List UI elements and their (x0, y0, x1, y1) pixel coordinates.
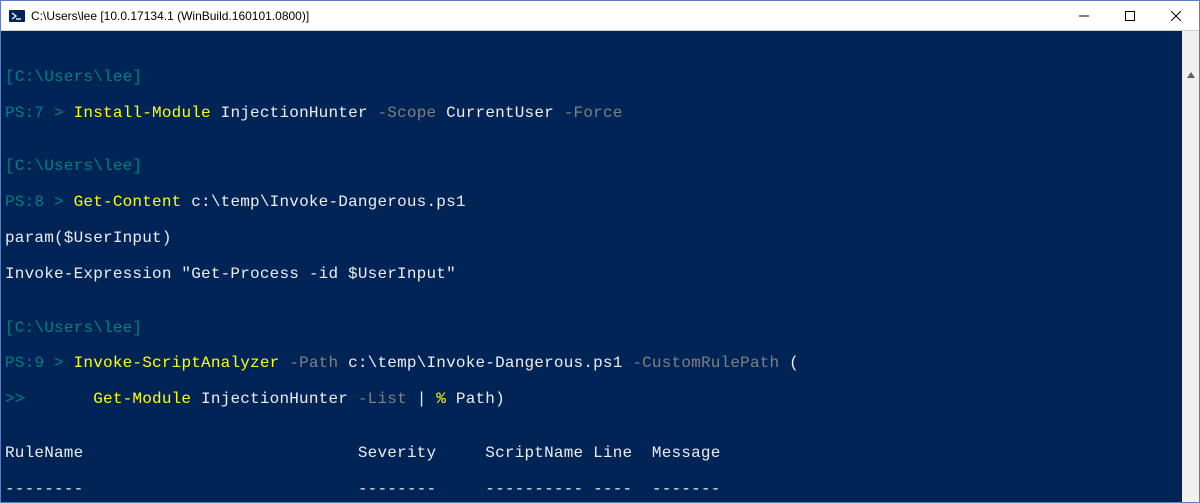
terminal-line: >> Get-Module InjectionHunter -List | % … (5, 391, 1199, 409)
param-name: -Scope (377, 104, 446, 122)
arg: Path) (456, 390, 505, 408)
close-button[interactable] (1153, 1, 1199, 30)
scroll-up-icon[interactable] (1182, 67, 1199, 84)
minimize-button[interactable] (1061, 1, 1107, 30)
cmdlet-name: Invoke-ScriptAnalyzer (74, 354, 290, 372)
terminal-line: [C:\Users\lee] (5, 69, 1199, 87)
titlebar[interactable]: C:\Users\lee [10.0.17134.1 (WinBuild.160… (1, 1, 1199, 31)
window: C:\Users\lee [10.0.17134.1 (WinBuild.160… (0, 0, 1200, 503)
prompt-label: PS:9 > (5, 354, 74, 372)
header-text: RuleName Severity ScriptName Line Messag… (5, 444, 721, 462)
maximize-button[interactable] (1107, 1, 1153, 30)
output-text: Invoke-Expression "Get-Process -id $User… (5, 265, 456, 283)
terminal-line: PS:7 > Install-Module InjectionHunter -S… (5, 105, 1199, 123)
cwd-label: [C:\Users\lee] (5, 157, 142, 175)
prompt-label: PS:8 > (5, 193, 74, 211)
terminal-line: [C:\Users\lee] (5, 158, 1199, 176)
cmdlet-name: Get-Module (93, 390, 201, 408)
pipe: | (417, 390, 437, 408)
table-divider: -------- -------- ---------- ---- ------… (5, 481, 1199, 499)
param-name: -Path (289, 354, 348, 372)
terminal[interactable]: [C:\Users\lee] PS:7 > Install-Module Inj… (1, 31, 1199, 502)
arg: CurrentUser (446, 104, 564, 122)
window-title: C:\Users\lee [10.0.17134.1 (WinBuild.160… (31, 9, 1061, 23)
terminal-line: PS:8 > Get-Content c:\temp\Invoke-Danger… (5, 194, 1199, 212)
powershell-icon (9, 8, 25, 24)
terminal-line: param($UserInput) (5, 230, 1199, 248)
scrollbar[interactable] (1182, 31, 1199, 502)
arg: c:\temp\Invoke-Dangerous.ps1 (191, 193, 465, 211)
divider-text: -------- -------- ---------- ---- ------… (5, 480, 721, 498)
arg: InjectionHunter (221, 104, 378, 122)
continuation-prompt: >> (5, 390, 93, 408)
paren: ( (789, 354, 799, 372)
terminal-line: Invoke-Expression "Get-Process -id $User… (5, 266, 1199, 284)
cmdlet-name: Get-Content (74, 193, 192, 211)
terminal-line: [C:\Users\lee] (5, 320, 1199, 338)
param-name: -List (358, 390, 417, 408)
cwd-label: [C:\Users\lee] (5, 319, 142, 337)
cmdlet-name: % (436, 390, 456, 408)
cmdlet-name: Install-Module (74, 104, 221, 122)
window-controls (1061, 1, 1199, 30)
arg: InjectionHunter (201, 390, 358, 408)
terminal-line: PS:9 > Invoke-ScriptAnalyzer -Path c:\te… (5, 355, 1199, 373)
cwd-label: [C:\Users\lee] (5, 68, 142, 86)
table-header: RuleName Severity ScriptName Line Messag… (5, 445, 1199, 463)
output-text: param($UserInput) (5, 229, 172, 247)
param-name: -CustomRulePath (632, 354, 789, 372)
arg: c:\temp\Invoke-Dangerous.ps1 (348, 354, 632, 372)
prompt-label: PS:7 > (5, 104, 74, 122)
param-name: -Force (564, 104, 623, 122)
